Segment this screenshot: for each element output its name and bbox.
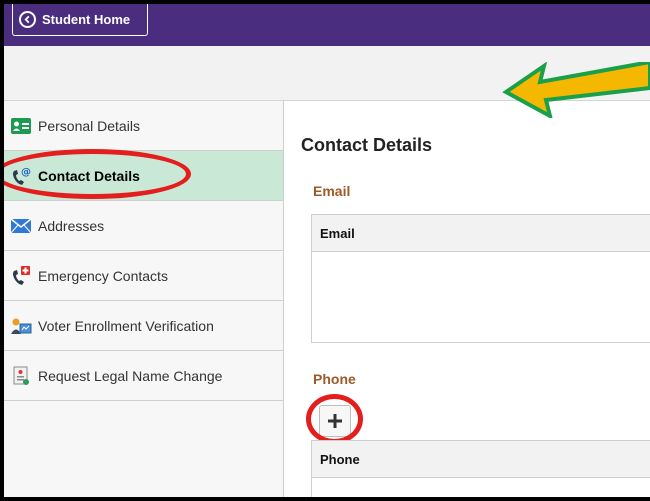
sidebar-item-voter-enrollment[interactable]: Voter Enrollment Verification: [4, 301, 283, 351]
phone-section-label: Phone: [313, 371, 356, 387]
sidebar-item-contact-details[interactable]: @ Contact Details: [4, 151, 283, 201]
voter-icon: [11, 318, 32, 334]
back-chevron-icon: [19, 11, 36, 28]
sidebar-item-label: Contact Details: [38, 167, 140, 184]
student-home-button[interactable]: Student Home: [12, 4, 148, 36]
sidebar-item-label: Personal Details: [38, 117, 140, 134]
sidebar-item-addresses[interactable]: Addresses: [4, 201, 283, 251]
main-content: Contact Details Email Email Phone Phone: [285, 101, 650, 497]
svg-text:@: @: [21, 167, 31, 178]
sidebar-item-emergency-contacts[interactable]: Emergency Contacts: [4, 251, 283, 301]
email-column-header: Email: [312, 215, 650, 252]
document-icon: [13, 366, 29, 385]
phone-cross-icon: [13, 265, 30, 285]
phone-grid: Phone: [311, 440, 650, 497]
envelope-icon: [10, 217, 32, 233]
top-bar: Student Home: [4, 4, 650, 46]
sidebar-item-personal-details[interactable]: Personal Details: [4, 101, 283, 151]
id-card-icon: [11, 117, 31, 134]
phone-at-icon: @: [13, 167, 31, 185]
screen-frame: Student Home Personal Details @ Contact …: [0, 0, 650, 501]
sub-header-bar: [4, 46, 650, 118]
sidebar-item-label: Emergency Contacts: [38, 267, 168, 284]
phone-column-header: Phone: [312, 441, 650, 478]
student-home-label: Student Home: [42, 12, 131, 27]
add-phone-button[interactable]: [319, 405, 351, 437]
sidebar-item-label: Addresses: [38, 217, 105, 234]
email-section-label: Email: [313, 183, 351, 199]
email-grid: Email: [311, 214, 650, 343]
sidebar-item-label: Request Legal Name Change: [38, 367, 223, 384]
plus-icon: [328, 414, 342, 428]
page-title: Contact Details: [301, 135, 433, 155]
sidebar: Personal Details @ Contact Details Addre…: [4, 101, 284, 497]
sidebar-item-legal-name-change[interactable]: Request Legal Name Change: [4, 351, 283, 401]
sidebar-item-label: Voter Enrollment Verification: [38, 317, 214, 334]
